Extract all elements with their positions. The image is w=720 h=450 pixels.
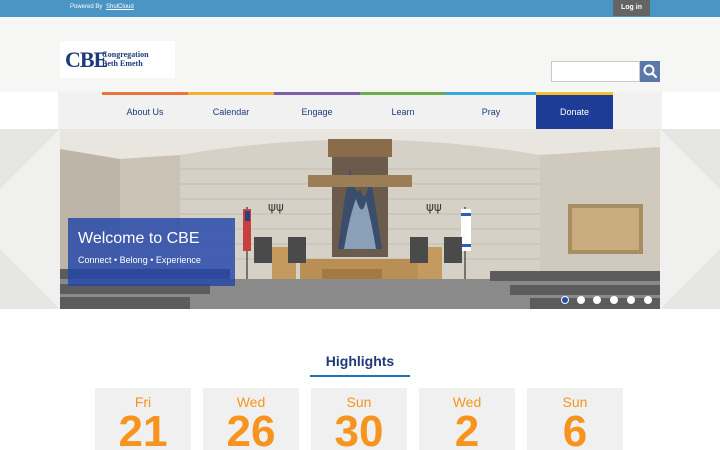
highlight-date: 21	[118, 407, 168, 450]
highlights-underline	[310, 375, 410, 377]
svg-text:ψψ: ψψ	[268, 200, 284, 214]
search-icon	[643, 64, 658, 79]
nav-pray[interactable]: Pray	[446, 92, 536, 129]
site-logo[interactable]: CBE Congregation Beth Emeth	[60, 41, 175, 78]
nav-learn[interactable]: Learn	[360, 92, 446, 129]
slide-dot-3[interactable]	[593, 296, 601, 304]
powered-by-text: Powered By	[70, 4, 103, 10]
svg-text:ψψ: ψψ	[426, 200, 442, 214]
logo-name-line1: Congregation	[102, 50, 149, 59]
login-button[interactable]: Log in	[613, 0, 650, 16]
highlight-card[interactable]: Sun 30	[311, 388, 407, 450]
highlight-card[interactable]: Fri 21	[95, 388, 191, 450]
nav-about-us[interactable]: About Us	[102, 92, 188, 129]
logo-mark-text: CBE	[65, 47, 108, 72]
logo-name-line2: Beth Emeth	[102, 59, 143, 68]
highlights-title: Highlights	[325, 353, 395, 369]
logo-name: Congregation Beth Emeth	[102, 50, 149, 68]
highlight-date: 2	[454, 407, 480, 450]
hero-slider[interactable]: ψψ ψψ Welcome to CBE Connect • Belong • …	[60, 129, 660, 309]
nav-about-us-label: About Us	[126, 107, 164, 117]
nav-pray-label: Pray	[481, 107, 501, 117]
highlight-date: 26	[226, 407, 276, 450]
logo-mark: CBE	[65, 47, 108, 73]
hero-title: Welcome to CBE	[78, 230, 200, 247]
highlight-date: 30	[334, 407, 384, 450]
highlight-card[interactable]: Sun 6	[527, 388, 623, 450]
highlight-date: 6	[562, 407, 588, 450]
slide-dot-4[interactable]	[610, 296, 618, 304]
nav-donate[interactable]: Donate	[536, 92, 613, 129]
main-nav: About Us Calendar Engage Learn Pray Dona…	[58, 92, 662, 129]
nav-engage[interactable]: Engage	[274, 92, 360, 129]
nav-engage-label: Engage	[301, 107, 333, 117]
nav-learn-label: Learn	[391, 107, 415, 117]
search-button[interactable]	[640, 61, 660, 82]
nav-donate-label: Donate	[559, 107, 590, 117]
hero-subtitle: Connect • Belong • Experience	[78, 255, 201, 265]
welcome-banner[interactable]: Welcome to CBE Connect • Belong • Experi…	[68, 218, 235, 286]
nav-calendar-label: Calendar	[212, 107, 250, 117]
site-header: CBE Congregation Beth Emeth	[0, 17, 720, 92]
slide-dot-2[interactable]	[577, 296, 585, 304]
slide-dot-1[interactable]	[561, 296, 569, 304]
slide-dot-5[interactable]	[627, 296, 635, 304]
highlight-card[interactable]: Wed 26	[203, 388, 299, 450]
search-input[interactable]	[551, 61, 640, 82]
nav-calendar[interactable]: Calendar	[188, 92, 274, 129]
highlight-card[interactable]: Wed 2	[419, 388, 515, 450]
slide-dot-6[interactable]	[644, 296, 652, 304]
powered-by: Powered By ShulCloud	[70, 4, 134, 10]
shulcloud-link[interactable]: ShulCloud	[106, 4, 134, 10]
slider-dots	[561, 296, 657, 306]
top-bar: Powered By ShulCloud Log in	[0, 0, 720, 17]
